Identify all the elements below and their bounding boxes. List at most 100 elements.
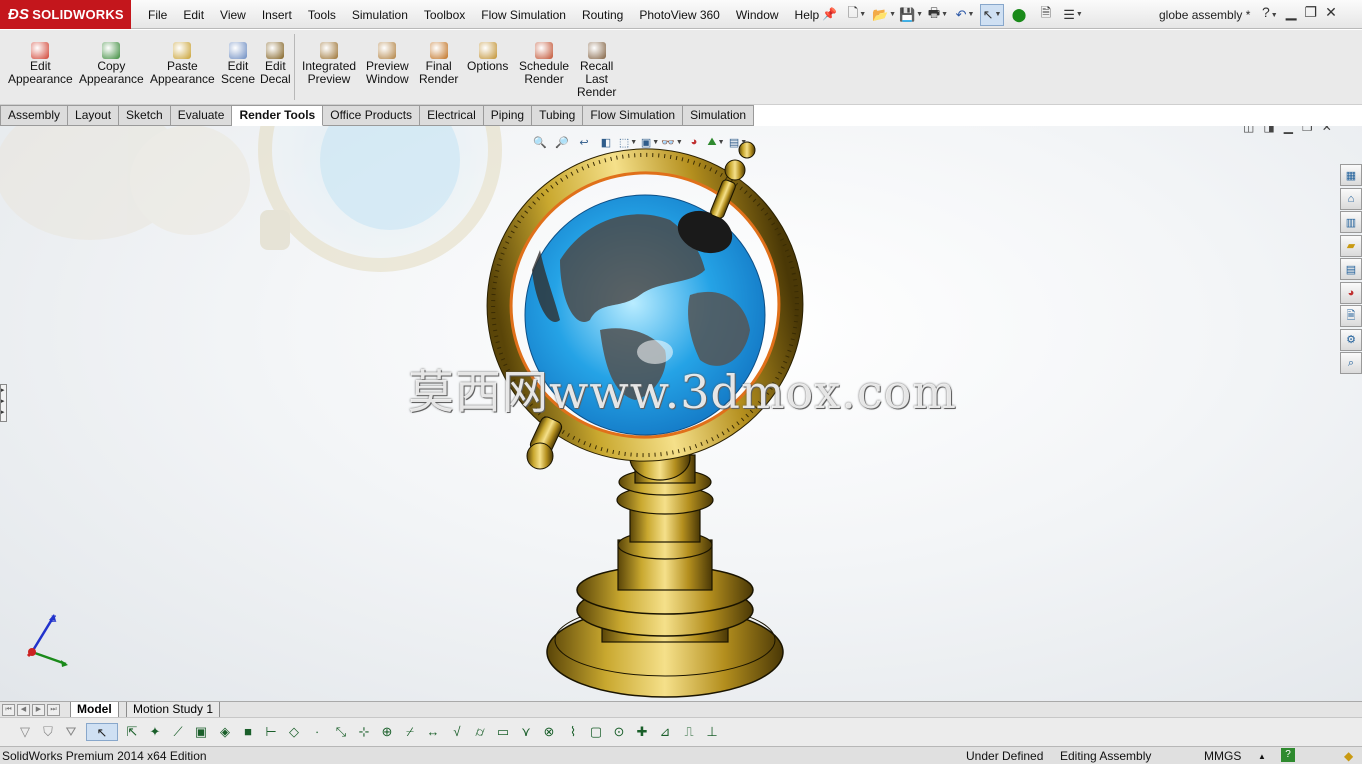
menu-photoview-360[interactable]: PhotoView 360 bbox=[631, 8, 728, 22]
view-orientation-icon[interactable]: ⬚ ▼ bbox=[619, 134, 637, 150]
print-icon[interactable]: 🖶 ▼ bbox=[926, 4, 950, 26]
apply-scene-icon[interactable]: ⛰ ▼ bbox=[707, 134, 725, 150]
restore-icon[interactable]: ❐ bbox=[1305, 4, 1318, 21]
view-palette-icon[interactable]: ▤ bbox=[1340, 258, 1362, 280]
select-other-icon[interactable]: ⇱ bbox=[123, 723, 141, 741]
filter-planes-icon[interactable]: ◇ bbox=[285, 723, 303, 741]
filter-midpoints-icon[interactable]: ⊹ bbox=[355, 723, 373, 741]
unit-caret-icon[interactable]: ▲ bbox=[1258, 748, 1266, 764]
edit-appearance-icon[interactable]: ◕ bbox=[685, 134, 703, 150]
tab-piping[interactable]: Piping bbox=[483, 105, 533, 126]
menu-file[interactable]: File bbox=[140, 8, 175, 22]
filter-dowel-pins-icon[interactable]: ⊙ bbox=[610, 723, 628, 741]
filter-weld-symbols-icon[interactable]: ⋎ bbox=[517, 723, 535, 741]
tab-layout[interactable]: Layout bbox=[68, 105, 120, 126]
filter-notes-icon[interactable]: ▭ bbox=[494, 723, 512, 741]
filter-faces-icon[interactable]: ▣ bbox=[192, 723, 210, 741]
file-properties-icon[interactable]: 🗎 bbox=[1034, 4, 1058, 26]
tab-evaluate[interactable]: Evaluate bbox=[170, 105, 233, 126]
menu-tools[interactable]: Tools bbox=[300, 8, 344, 22]
tile-horizontal-icon[interactable]: ◫ bbox=[1243, 126, 1254, 134]
select-arrow-icon[interactable]: ↖ ▼ bbox=[980, 3, 1004, 26]
filter-mates-icon[interactable]: ⊥ bbox=[703, 723, 721, 741]
menu-edit[interactable]: Edit bbox=[175, 8, 212, 22]
tab-simulation[interactable]: Simulation bbox=[683, 105, 755, 126]
tab-assembly[interactable]: Assembly bbox=[0, 105, 69, 126]
tile-vertical-icon[interactable]: ◨ bbox=[1263, 126, 1274, 134]
menu-insert[interactable]: Insert bbox=[254, 8, 300, 22]
help-icon[interactable]: ?▼ bbox=[1262, 4, 1278, 21]
cmd-integrated-preview-button[interactable]: Integrated Preview bbox=[302, 42, 356, 86]
filter-vertices-icon[interactable]: ✦ bbox=[146, 723, 164, 741]
forum-icon[interactable]: ⌕ bbox=[1340, 352, 1362, 374]
rebuild-traffic-light-icon[interactable]: ⬤ bbox=[1007, 4, 1031, 26]
previous-view-icon[interactable]: ↩ bbox=[575, 134, 593, 150]
save-icon[interactable]: 💾 ▼ bbox=[899, 4, 923, 26]
clear-all-filters-icon[interactable]: ⛛ bbox=[62, 723, 80, 741]
zoom-to-area-icon[interactable]: 🔎 bbox=[553, 134, 571, 150]
cmd-schedule-render-button[interactable]: Schedule Render bbox=[519, 42, 569, 86]
viewport-minimize-icon[interactable]: ▁ bbox=[1284, 126, 1293, 134]
menu-simulation[interactable]: Simulation bbox=[344, 8, 416, 22]
home-icon[interactable]: ⌂ bbox=[1340, 187, 1362, 210]
tab-flow-simulation[interactable]: Flow Simulation bbox=[583, 105, 684, 126]
filter-routing-points-icon[interactable]: ⊿ bbox=[656, 723, 674, 741]
filter-dimensions-icon[interactable]: ↔ bbox=[424, 723, 442, 741]
viewport-restore-icon[interactable]: ❐ bbox=[1302, 126, 1313, 134]
tab-sketch[interactable]: Sketch bbox=[119, 105, 171, 126]
filter-cosmetic-welds-icon[interactable]: ⎍ bbox=[680, 723, 698, 741]
filter-solid-bodies-icon[interactable]: ■ bbox=[239, 723, 257, 741]
cmd-paste-appearance-button[interactable]: Paste Appearance bbox=[150, 42, 215, 86]
filter-center-marks-icon[interactable]: ⊕ bbox=[378, 723, 396, 741]
filter-surface-finish-icon[interactable]: √ bbox=[448, 723, 466, 741]
toolbox-icon[interactable]: ⚙ bbox=[1340, 328, 1362, 351]
viewport-close-icon[interactable]: ✕ bbox=[1322, 126, 1332, 134]
tab-render-tools[interactable]: Render Tools bbox=[232, 105, 324, 126]
solidworks-resources-icon[interactable]: ▦ bbox=[1340, 164, 1362, 186]
menu-flow-simulation[interactable]: Flow Simulation bbox=[473, 8, 574, 22]
minimize-icon[interactable]: ▁ bbox=[1286, 4, 1297, 21]
cmd-final-render-button[interactable]: Final Render bbox=[419, 42, 458, 86]
cmd-copy-appearance-button[interactable]: Copy Appearance bbox=[79, 42, 144, 86]
cmd-edit-decal-button[interactable]: Edit Decal bbox=[260, 42, 291, 86]
filter-edges-icon[interactable]: ⟋ bbox=[169, 723, 187, 741]
section-view-icon[interactable]: ◧ bbox=[597, 134, 615, 150]
undo-icon[interactable]: ↶ ▼ bbox=[953, 4, 977, 26]
select-arrow-icon[interactable]: ↖ bbox=[86, 723, 118, 741]
filter-connection-points-icon[interactable]: ✚ bbox=[633, 723, 651, 741]
filter-surface-bodies-icon[interactable]: ◈ bbox=[216, 723, 234, 741]
menu-toolbox[interactable]: Toolbox bbox=[416, 8, 473, 22]
filter-datum-targets-icon[interactable]: ⊗ bbox=[540, 723, 558, 741]
tab-electrical[interactable]: Electrical bbox=[420, 105, 484, 126]
options-icon[interactable]: ☰ ▼ bbox=[1061, 4, 1085, 26]
unit-system[interactable]: MMGS bbox=[1204, 748, 1241, 764]
last-tab-icon[interactable]: ⏭ bbox=[47, 704, 60, 716]
new-document-icon[interactable]: 🗋 ▼ bbox=[845, 4, 869, 26]
appearances-scenes-icon[interactable]: ◕ bbox=[1340, 281, 1362, 304]
zoom-to-fit-icon[interactable]: 🔍 bbox=[531, 134, 549, 150]
feature-manager-toggle[interactable]: ▸ ▸ ▸ bbox=[0, 384, 7, 422]
cmd-recall-last-render-button[interactable]: Recall Last Render bbox=[577, 42, 616, 99]
close-icon[interactable]: ✕ bbox=[1325, 4, 1337, 21]
toggle-filter-toolbar-icon[interactable]: ▽ bbox=[16, 723, 34, 741]
cmd-preview-window-button[interactable]: Preview Window bbox=[366, 42, 409, 86]
cmd-edit-appearance-button[interactable]: Edit Appearance bbox=[8, 42, 73, 86]
tab-motion-study-1[interactable]: Motion Study 1 bbox=[126, 702, 221, 718]
tab-model[interactable]: Model bbox=[70, 702, 119, 718]
notification-icon[interactable]: ◆ bbox=[1344, 748, 1353, 764]
pin-menu-icon[interactable]: 📌 bbox=[822, 7, 837, 21]
previous-tab-icon[interactable]: ◀ bbox=[17, 704, 30, 716]
filter-centerlines-icon[interactable]: ⌿ bbox=[401, 723, 419, 741]
filter-sketch-segments-icon[interactable]: ⤡ bbox=[332, 723, 350, 741]
filter-cosmetic-threads-icon[interactable]: ⌇ bbox=[564, 723, 582, 741]
tab-tubing[interactable]: Tubing bbox=[532, 105, 584, 126]
open-folder-icon[interactable]: 📂 ▼ bbox=[872, 4, 896, 26]
cmd-options-button[interactable]: Options bbox=[467, 42, 508, 73]
custom-properties-icon[interactable]: 🗎 bbox=[1340, 305, 1362, 327]
menu-window[interactable]: Window bbox=[728, 8, 787, 22]
graphics-area[interactable]: 🔍 🔎 ↩ ◧ ⬚ ▼ ▣ ▼ 👓 ▼ ◕ ⛰ ▼ ▤ ▼ ◫ ◨ ▁ ❐ ✕ ▦ ⌂ ▥… bbox=[0, 126, 1362, 701]
menu-routing[interactable]: Routing bbox=[574, 8, 631, 22]
design-library-icon[interactable]: ▥ bbox=[1340, 211, 1362, 233]
filter-axes-icon[interactable]: ⊢ bbox=[262, 723, 280, 741]
filter-sketch-points-icon[interactable]: ∙ bbox=[308, 723, 326, 741]
